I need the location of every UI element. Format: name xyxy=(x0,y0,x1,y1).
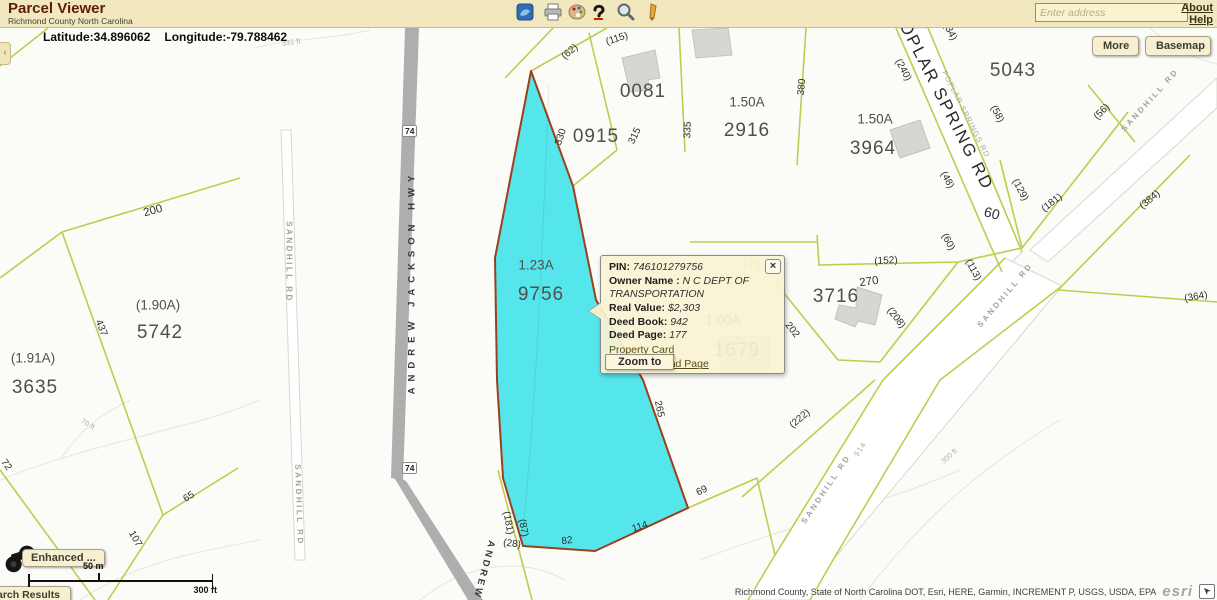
more-button[interactable]: More xyxy=(1092,36,1139,56)
help-link[interactable]: Help xyxy=(1189,14,1213,26)
popup-field-owner: Owner Name : N C DEPT OF TRANSPORTATION xyxy=(609,275,776,302)
popup-callout-arrow xyxy=(589,303,601,319)
page-subtitle: Richmond County North Carolina xyxy=(8,16,133,26)
field-label: Deed Book: xyxy=(609,316,667,328)
field-label: PIN: xyxy=(609,261,630,273)
field-value: 746101279756 xyxy=(633,261,703,273)
parcel-viewer-app: 0081 0915 2916 3964 5043 5742 3635 3716 … xyxy=(0,0,1217,600)
tools-icon[interactable] xyxy=(642,2,662,22)
popup-field-deed-page: Deed Page: 177 xyxy=(609,329,776,343)
attribution-text: Richmond County, State of North Carolina… xyxy=(735,587,1156,597)
route-shield-74: 74 xyxy=(402,125,417,137)
header-bar: Parcel Viewer Richmond County North Caro… xyxy=(0,0,1217,28)
field-value: 177 xyxy=(669,329,687,341)
identify-icon[interactable] xyxy=(590,2,610,22)
scale-bar: 50 m 300 ft xyxy=(28,562,213,596)
overview-map-icon[interactable] xyxy=(515,2,535,22)
page-title: Parcel Viewer xyxy=(8,0,105,17)
scale-tick xyxy=(28,574,30,587)
popup-close-icon[interactable]: × xyxy=(765,259,781,274)
zoom-magnifier-icon[interactable] xyxy=(615,2,635,22)
scale-line xyxy=(28,580,213,582)
panel-collapse-tab[interactable]: ‹ xyxy=(0,42,11,65)
field-value: $2,303 xyxy=(668,302,700,314)
draw-palette-icon[interactable] xyxy=(567,2,587,22)
field-value: 942 xyxy=(670,316,688,328)
coordinates-readout: Latitude:34.896062 Longitude:-79.788462 xyxy=(43,30,301,44)
about-link[interactable]: About xyxy=(1181,2,1213,14)
esri-logo: esri xyxy=(1162,583,1193,600)
popup-field-pin: PIN: 746101279756 xyxy=(609,261,776,275)
field-label: Real Value: xyxy=(609,302,665,314)
address-search-input[interactable] xyxy=(1035,3,1188,22)
print-icon[interactable] xyxy=(543,2,563,22)
field-label: Deed Page: xyxy=(609,329,666,341)
route-shield-74: 74 xyxy=(402,462,417,474)
latitude-value: Latitude:34.896062 xyxy=(43,30,150,44)
popup-field-deed-book: Deed Book: 942 xyxy=(609,316,776,330)
field-label: Owner Name : xyxy=(609,275,680,287)
zoom-to-button[interactable]: Zoom to xyxy=(605,354,674,370)
map-attribution: Richmond County, State of North Carolina… xyxy=(735,583,1215,600)
scale-metric-label: 50 m xyxy=(83,561,104,571)
popup-field-real-value: Real Value: $2,303 xyxy=(609,302,776,316)
pointer-arrow-icon[interactable] xyxy=(1199,584,1215,599)
scale-imperial-label: 300 ft xyxy=(193,585,217,595)
basemap-button[interactable]: Basemap xyxy=(1145,36,1211,56)
scale-tick xyxy=(98,573,100,581)
longitude-value: Longitude:-79.788462 xyxy=(164,30,287,44)
parcel-info-popup: × PIN: 746101279756 Owner Name : N C DEP… xyxy=(600,255,785,374)
